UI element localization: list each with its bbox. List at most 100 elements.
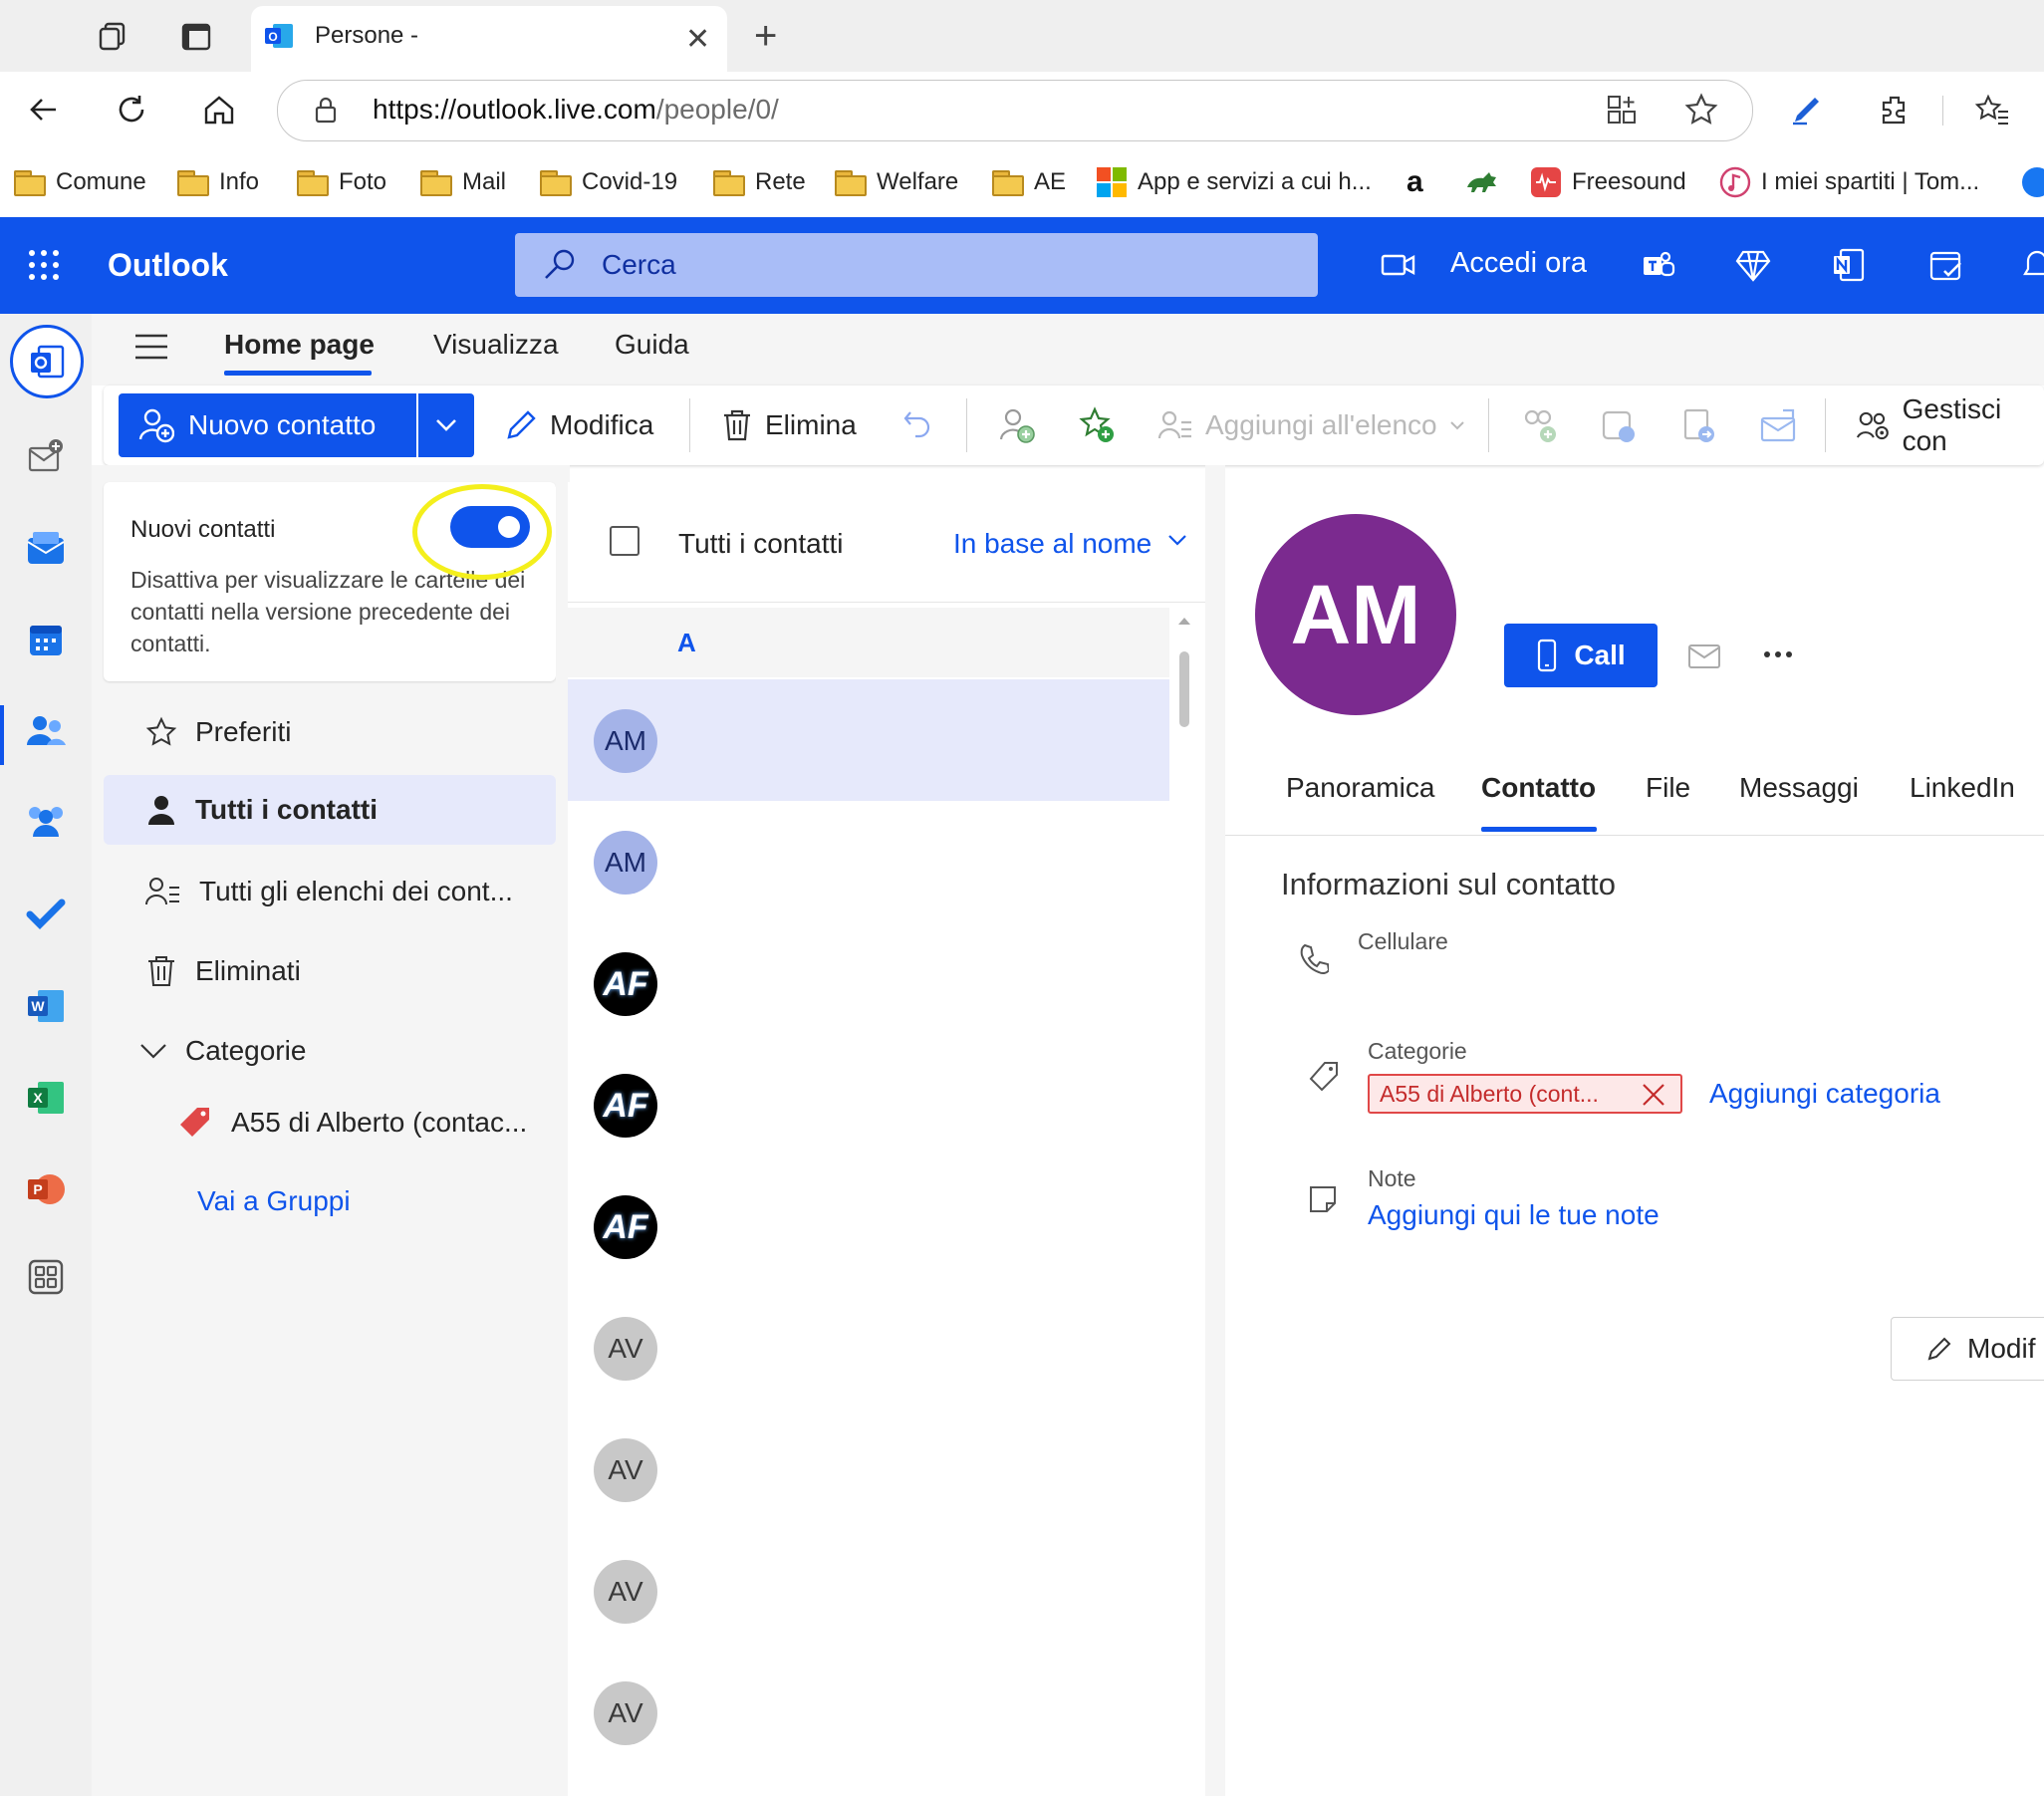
meet-now-label[interactable]: Accedi ora bbox=[1450, 247, 1587, 280]
bookmark-foto[interactable]: Foto bbox=[297, 159, 386, 205]
contact-avatar[interactable]: AV bbox=[594, 1560, 657, 1624]
sort-chevron-icon[interactable] bbox=[1167, 534, 1187, 548]
tab-contact[interactable]: Contatto bbox=[1481, 772, 1596, 804]
app-available-icon[interactable] bbox=[1606, 94, 1638, 126]
edit-contact-button[interactable]: Modif bbox=[1891, 1317, 2044, 1381]
meet-now-icon[interactable] bbox=[1381, 249, 1416, 281]
reload-icon[interactable] bbox=[114, 92, 149, 128]
add-category-link[interactable]: Aggiungi categoria bbox=[1709, 1078, 1940, 1110]
premium-diamond-icon[interactable] bbox=[1735, 249, 1771, 283]
hamburger-menu-icon[interactable] bbox=[133, 333, 169, 361]
nav-deleted[interactable]: Eliminati bbox=[104, 936, 556, 1006]
contact-avatar[interactable]: AM bbox=[594, 709, 657, 773]
contact-avatar[interactable]: AF bbox=[594, 1195, 657, 1259]
call-button[interactable]: Call bbox=[1504, 624, 1658, 687]
teams-icon[interactable] bbox=[1640, 247, 1677, 285]
bookmark-welfare[interactable]: Welfare bbox=[835, 159, 958, 205]
contact-photo-avatar[interactable]: AM bbox=[1255, 514, 1456, 715]
call-contact-icon[interactable] bbox=[1600, 406, 1638, 444]
add-notes-link[interactable]: Aggiungi qui le tue note bbox=[1368, 1199, 1660, 1231]
tab-overview[interactable]: Panoramica bbox=[1286, 772, 1434, 804]
outlook-app-icon[interactable] bbox=[10, 325, 84, 398]
manage-button[interactable]: Gestisci con bbox=[1857, 393, 2044, 457]
contact-row-selected[interactable] bbox=[568, 679, 1169, 801]
new-mail-app-icon[interactable] bbox=[22, 432, 70, 480]
bookmark-green[interactable] bbox=[1464, 159, 1498, 205]
nav-categories[interactable]: Categorie bbox=[104, 1016, 556, 1086]
word-app-icon[interactable]: W bbox=[22, 982, 70, 1030]
nav-all-lists[interactable]: Tutti gli elenchi dei cont... bbox=[104, 857, 556, 926]
category-chip[interactable]: A55 di Alberto (cont... bbox=[1368, 1074, 1682, 1114]
favorites-icon[interactable] bbox=[1974, 92, 2010, 128]
new-contact-dropdown[interactable] bbox=[418, 393, 474, 457]
email-contact-icon[interactable] bbox=[1759, 406, 1797, 444]
todo-app-icon[interactable] bbox=[22, 889, 70, 936]
bookmark-mail[interactable]: Mail bbox=[420, 159, 506, 205]
bookmark-info[interactable]: Info bbox=[177, 159, 259, 205]
powerpoint-app-icon[interactable]: P bbox=[22, 1165, 70, 1213]
tab-messages[interactable]: Messaggi bbox=[1739, 772, 1859, 804]
contact-avatar[interactable]: AF bbox=[594, 952, 657, 1016]
contact-avatar[interactable]: AF bbox=[594, 1074, 657, 1138]
add-favorite-star-icon[interactable] bbox=[1078, 406, 1116, 444]
calendar-app-icon[interactable] bbox=[22, 616, 70, 663]
nav-favorites[interactable]: Preferiti bbox=[104, 697, 556, 767]
bookmark-ae[interactable]: AE bbox=[992, 159, 1066, 205]
more-apps-icon[interactable] bbox=[22, 1253, 70, 1301]
contact-avatar[interactable]: AV bbox=[594, 1681, 657, 1745]
mail-app-icon[interactable] bbox=[22, 524, 70, 572]
notifications-icon[interactable] bbox=[2022, 249, 2044, 283]
select-all-checkbox[interactable] bbox=[610, 526, 639, 556]
tab-view[interactable]: Visualizza bbox=[433, 329, 559, 361]
bookmark-covid[interactable]: Covid-19 bbox=[540, 159, 677, 205]
tab-actions-icon[interactable] bbox=[179, 20, 213, 54]
nav-category-item[interactable]: A55 di Alberto (contac... bbox=[104, 1088, 556, 1157]
facebook-icon[interactable] bbox=[2022, 167, 2044, 197]
app-launcher-icon[interactable] bbox=[26, 247, 62, 283]
forward-contact-icon[interactable] bbox=[1679, 406, 1717, 444]
excel-app-icon[interactable]: X bbox=[22, 1074, 70, 1122]
bookmark-apps[interactable]: App e servizi a cui h... bbox=[1096, 159, 1372, 205]
groups-app-icon[interactable] bbox=[22, 797, 70, 845]
undo-icon[interactable] bbox=[902, 408, 932, 438]
close-tab-icon[interactable]: ✕ bbox=[685, 22, 710, 57]
favorite-star-icon[interactable] bbox=[1683, 92, 1719, 128]
edit-button[interactable]: Modifica bbox=[504, 393, 653, 457]
nav-all-contacts[interactable]: Tutti i contatti bbox=[104, 775, 556, 845]
remove-category-icon[interactable] bbox=[1641, 1082, 1666, 1108]
contact-avatar[interactable]: AV bbox=[594, 1317, 657, 1381]
todo-icon[interactable] bbox=[1928, 247, 1964, 283]
add-to-list-button[interactable]: Aggiungi all'elenco bbox=[1157, 393, 1465, 457]
back-icon[interactable] bbox=[26, 92, 62, 128]
delete-button[interactable]: Elimina bbox=[721, 393, 857, 457]
home-icon[interactable] bbox=[201, 92, 237, 128]
sort-dropdown[interactable]: In base al nome bbox=[953, 528, 1151, 560]
email-icon[interactable] bbox=[1687, 643, 1721, 669]
search-input[interactable]: Cerca bbox=[602, 249, 676, 281]
go-to-groups-link[interactable]: Vai a Gruppi bbox=[197, 1185, 351, 1217]
onenote-icon[interactable] bbox=[1831, 247, 1867, 283]
contact-avatar[interactable]: AM bbox=[594, 831, 657, 895]
new-tab-icon[interactable]: + bbox=[754, 14, 777, 59]
contact-avatar[interactable]: AV bbox=[594, 1438, 657, 1502]
bookmark-rete[interactable]: Rete bbox=[713, 159, 806, 205]
workspaces-icon[interactable] bbox=[96, 20, 129, 54]
bookmark-comune[interactable]: Comune bbox=[14, 159, 146, 205]
tab-files[interactable]: File bbox=[1646, 772, 1690, 804]
extensions-icon[interactable] bbox=[1877, 92, 1913, 128]
bookmark-freesound[interactable]: Freesound bbox=[1530, 159, 1686, 205]
pen-extension-icon[interactable] bbox=[1789, 92, 1825, 128]
bookmark-amazon[interactable]: a bbox=[1406, 159, 1423, 205]
bookmark-spartiti[interactable]: I miei spartiti | Tom... bbox=[1719, 159, 1979, 205]
tab-home[interactable]: Home page bbox=[224, 329, 375, 361]
more-options-icon[interactable] bbox=[1763, 649, 1793, 659]
new-contact-button[interactable]: Nuovo contatto bbox=[119, 393, 416, 457]
list-scrollbar-thumb[interactable] bbox=[1179, 651, 1189, 727]
tab-help[interactable]: Guida bbox=[615, 329, 689, 361]
people-app-icon[interactable] bbox=[22, 707, 70, 755]
share-contact-icon[interactable] bbox=[1520, 406, 1558, 444]
contact-row[interactable] bbox=[568, 801, 1169, 922]
url-text[interactable]: https://outlook.live.com/people/0/ bbox=[373, 94, 779, 126]
tab-linkedin[interactable]: LinkedIn bbox=[1910, 772, 2015, 804]
scroll-up-arrow[interactable] bbox=[1177, 616, 1191, 630]
